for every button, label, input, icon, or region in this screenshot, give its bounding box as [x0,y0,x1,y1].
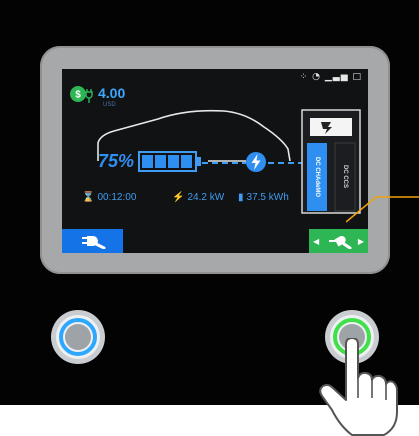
battery-icon [138,151,201,172]
energy-value: 37.5 kWh [246,192,289,203]
lightning-icon: ⚡ [172,192,185,203]
unplug-icon [81,236,105,249]
callout-line [346,196,419,223]
stat-power: ⚡ 24.2 kW [172,192,224,203]
time-value: 00:12:00 [97,192,137,203]
svg-text:$: $ [75,90,81,101]
status-bar-icons: ⁘ ◔ ▁▃▅ □ [299,72,362,82]
dollar-plug-icon: $ [70,86,93,103]
cost-currency: USD [103,102,116,108]
connector-chademo[interactable]: DC CHAdeMO [307,143,327,211]
plug-select-icon [328,236,351,249]
charger-screen: ⁘ ◔ ▁▃▅ □ $ 4.00 USD 75% DC CHAdeMO DC C… [62,69,368,253]
lightning-icon [246,152,266,172]
hourglass-icon: ⌛ [82,192,95,203]
battery-percent: 75% [98,151,135,171]
charging-cost: 4.00 [98,85,126,101]
stat-time: ⌛ 00:12:00 [82,192,136,203]
battery-energy-icon: ▮ [238,192,244,203]
left-hardware-button[interactable] [49,308,107,366]
power-value: 24.2 kW [187,192,225,203]
arrow-left-icon: ◀ [313,236,320,246]
arrow-right-icon: ▶ [357,236,364,246]
unplug-button[interactable] [62,229,123,253]
select-connector-button[interactable]: ◀ ▶ [309,229,368,253]
pointing-hand-icon [319,338,398,436]
connector-chademo-label: DC CHAdeMO [314,157,320,197]
stat-energy: ▮ 37.5 kWh [238,192,289,203]
